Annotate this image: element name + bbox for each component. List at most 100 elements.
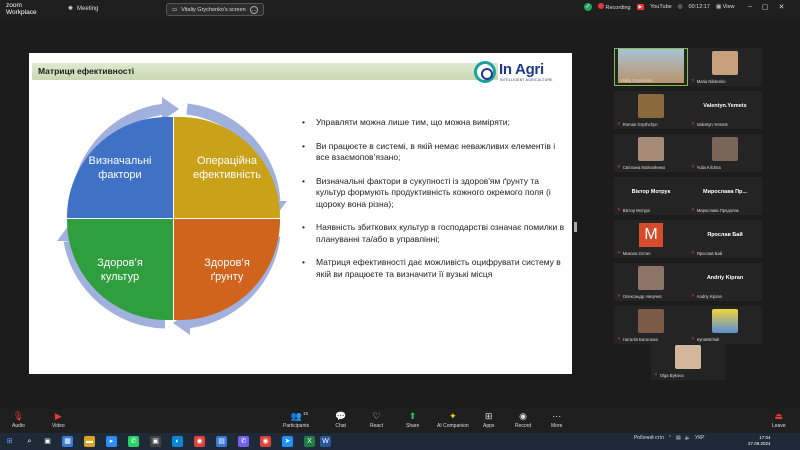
share-screen-icon: ⬆: [408, 411, 417, 421]
mic-muted-icon: ✕: [691, 250, 695, 255]
participant-tile[interactable]: ✕ Roman Gryshchyn: [614, 91, 688, 129]
mic-muted-icon: ✕: [654, 372, 658, 377]
windows-start-icon[interactable]: ⊞: [4, 436, 15, 447]
security-shield-icon[interactable]: ✓: [584, 3, 592, 11]
participant-name: ✕ Roman Gryshchyn: [617, 121, 658, 127]
audio-button[interactable]: 🎙 Audio: [12, 411, 25, 429]
language-indicator[interactable]: УКР: [695, 435, 704, 441]
chat-button[interactable]: 💬 Chat: [335, 411, 346, 429]
taskbar-app-icon[interactable]: ▦: [62, 436, 73, 447]
telegram-icon[interactable]: ➤: [282, 436, 293, 447]
ai-companion-button[interactable]: ✦ AI Companion: [437, 411, 469, 429]
video-button[interactable]: ▶ Video: [52, 411, 65, 429]
zoom-logo-line1: zoom: [6, 2, 22, 9]
participant-tile[interactable]: ✕ Yulia Kilchna: [688, 134, 762, 172]
close-icon[interactable]: ✕: [779, 3, 785, 11]
youtube-label[interactable]: YouTube: [650, 4, 672, 10]
desktop-label[interactable]: Робочий стіл: [634, 435, 664, 441]
mic-muted-icon: ✕: [691, 293, 695, 298]
logo-text: In Agri: [499, 61, 544, 78]
participant-tile[interactable]: Valentyn.Yemets ✕ Valentyn.Yemets: [688, 91, 762, 129]
volume-icon[interactable]: 🔈: [685, 435, 691, 441]
participants-count: 15: [303, 411, 309, 416]
maximize-icon[interactable]: ▢: [762, 3, 769, 11]
participant-tile[interactable]: ✕ Світлана Мойсейенко: [614, 134, 688, 172]
more-button[interactable]: ⋯ More: [551, 411, 562, 429]
screen-share-tab[interactable]: ▭ Vitaliy Grychenko's screen …: [166, 3, 264, 16]
recording-indicator[interactable]: Recording: [598, 3, 631, 11]
participant-tile[interactable]: ✕ Olga Bykova: [651, 342, 725, 380]
participant-name: ✕ Andriy Kipran: [691, 293, 722, 299]
chevron-up-icon[interactable]: ⌃: [668, 435, 672, 441]
view-icon: ▦: [715, 4, 722, 10]
system-tray: Робочий стіл ⌃ ▤ 🔈 УКР: [634, 435, 704, 441]
participant-name: Vitaliy Grychenko: [620, 78, 653, 83]
in-agri-logo: In Agri INTELLIGENT AGRICULTURE: [474, 60, 564, 84]
top-bar: zoom Workplace ✺ Meeting ▭ Vitaliy Grych…: [0, 0, 800, 19]
participant-name: ✕ Мирослава Предоляк: [691, 207, 739, 213]
mic-muted-icon: ✕: [617, 293, 621, 298]
minimize-icon[interactable]: –: [748, 3, 752, 11]
chrome-browser-icon[interactable]: ◉: [194, 436, 205, 447]
whatsapp-icon[interactable]: ✆: [128, 436, 139, 447]
view-button[interactable]: ▦ View: [716, 4, 735, 10]
file-explorer-icon[interactable]: ▬: [84, 436, 95, 447]
task-view-icon[interactable]: ▣: [42, 436, 53, 447]
participant-name: ✕ Valentyn.Yemets: [691, 121, 728, 127]
participant-tile[interactable]: ✕ Maria Nikitenko: [688, 48, 762, 86]
windows-taskbar: ⊞ ⌕ ▣ ▦ ▬ ▸ ✆ ▣ ◐ ◉ ▤ ✆ ◉ ➤ X W Робочий …: [0, 433, 800, 450]
network-icon[interactable]: ▤: [676, 435, 681, 441]
participant-tile[interactable]: Мирослава Пр... ✕ Мирослава Предоляк: [688, 177, 762, 215]
q2-line1: Операційна: [197, 154, 257, 167]
meeting-label: Meeting: [77, 5, 99, 12]
apps-button[interactable]: ⊞ Apps: [483, 411, 494, 429]
meeting-timer: 00:12:17: [688, 4, 710, 10]
apps-icon: ⊞: [484, 411, 493, 421]
participant-tile[interactable]: Віктор Мотрук ✕ Віктор Мотрук: [614, 177, 688, 215]
participant-name: ✕ Olga Bykova: [654, 372, 684, 378]
participant-video: [638, 309, 664, 333]
edge-browser-icon[interactable]: ◐: [172, 436, 183, 447]
zoom-logo: zoom Workplace: [6, 2, 37, 16]
react-button[interactable]: ♡ React: [370, 411, 383, 429]
meeting-info[interactable]: ✺ Meeting: [68, 5, 99, 13]
taskbar-app-icon[interactable]: ▣: [150, 436, 161, 447]
participant-tile[interactable]: Ярослав Бай ✕ Ярослав Бай: [688, 220, 762, 258]
slide-title: Матриця ефективності: [32, 63, 498, 80]
more-options-icon[interactable]: …: [250, 5, 258, 14]
word-icon[interactable]: W: [320, 436, 331, 447]
mic-muted-icon: 🎙: [12, 411, 25, 421]
youtube-icon: ▶: [636, 4, 645, 10]
participant-avatar-letter: M: [639, 223, 663, 247]
screen-share-icon: ▭: [172, 6, 178, 13]
participant-tile[interactable]: Vitaliy Grychenko: [614, 48, 688, 86]
system-clock[interactable]: 17:04 27.09.2024: [748, 435, 771, 447]
excel-icon[interactable]: X: [304, 436, 315, 447]
window-controls: – ▢ ✕: [748, 3, 784, 11]
participant-tile[interactable]: Andriy Kipran ✕ Andriy Kipran: [688, 263, 762, 301]
participant-tile[interactable]: ✕ IrynaMichak: [688, 306, 762, 344]
taskbar-app-icon[interactable]: ▤: [216, 436, 227, 447]
q3-line2: культур: [100, 270, 140, 283]
participant-tile[interactable]: ✕ Наталія Батилюко: [614, 306, 688, 344]
q4-line2: ґрунту: [210, 270, 244, 283]
zoom-logo-line2: Workplace: [6, 9, 37, 16]
search-icon[interactable]: ⌕: [24, 436, 35, 447]
participants-button[interactable]: 👥 15 Participants: [283, 411, 309, 429]
split-view-handle[interactable]: [574, 222, 577, 232]
participant-tile[interactable]: ✕ Олександр Аверчев: [614, 263, 688, 301]
zoom-app-icon[interactable]: ▸: [106, 436, 117, 447]
participant-video: [712, 51, 738, 75]
chrome-browser-icon[interactable]: ◉: [260, 436, 271, 447]
q3-line1: Здоров’я: [97, 256, 143, 269]
clock-date: 27.09.2024: [748, 441, 771, 446]
mic-muted-icon: ✕: [617, 336, 621, 341]
record-button[interactable]: ◉ Record: [515, 411, 531, 429]
participant-name: ✕ Олександр Аверчев: [617, 293, 662, 299]
viber-icon[interactable]: ✆: [238, 436, 249, 447]
share-button[interactable]: ⬆ Share: [406, 411, 419, 429]
participant-name: ✕ Ярослав Бай: [691, 250, 723, 256]
mic-muted-icon: ✕: [617, 250, 621, 255]
leave-button[interactable]: ⏏ Leave: [772, 411, 786, 429]
participant-tile[interactable]: M ✕ Микола Остап: [614, 220, 688, 258]
